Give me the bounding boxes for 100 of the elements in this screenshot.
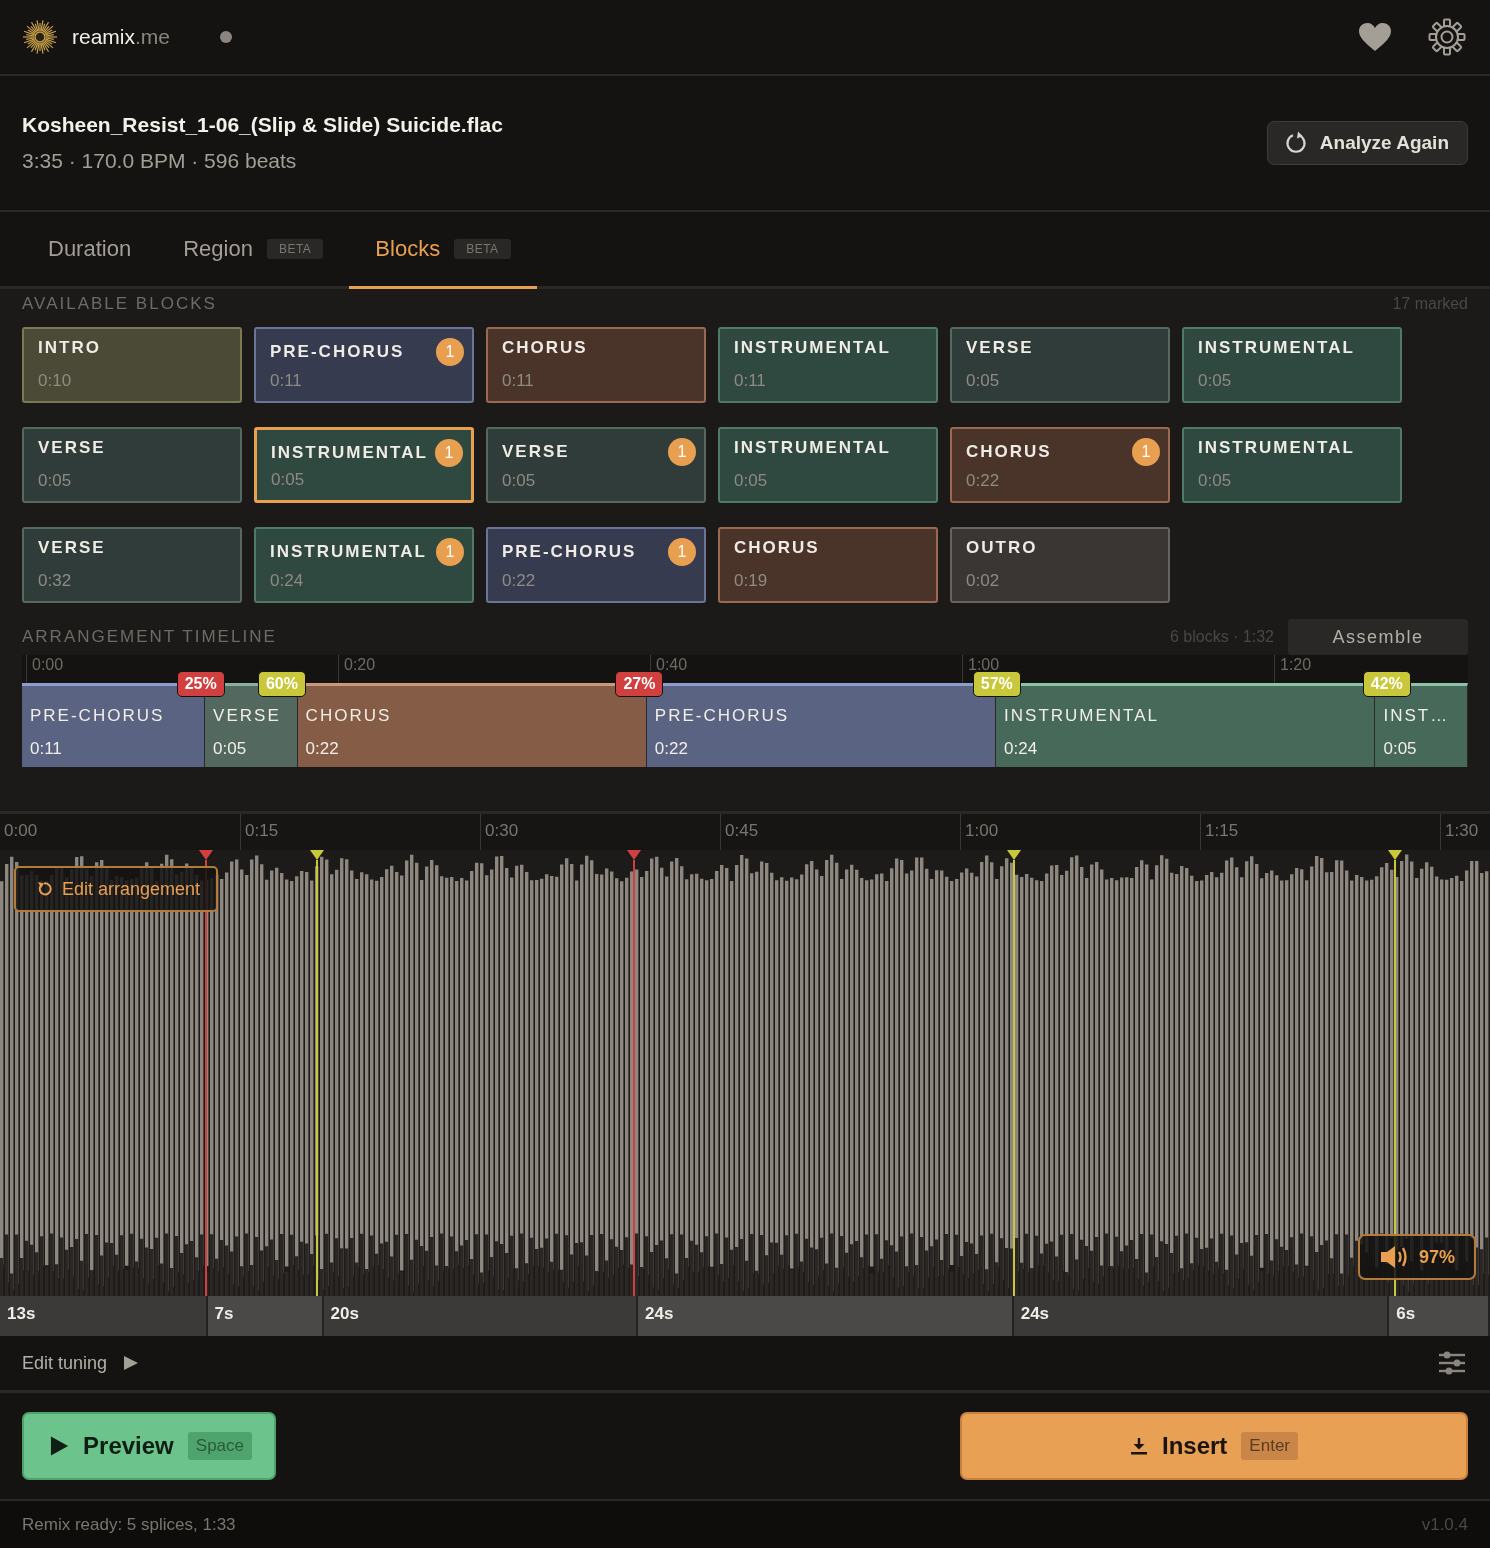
count-badge: 1 [668,538,696,566]
count-badge: 1 [436,538,464,566]
version-label: v1.0.4 [1421,1514,1468,1535]
block-card[interactable]: INSTRUMENTAL 1 0:05 [254,427,474,503]
block-card[interactable]: VERSE 1 0:05 [486,427,706,503]
analyze-again-button[interactable]: Analyze Again [1266,121,1468,165]
refresh-icon [1283,131,1308,155]
beta-badge: BETA [266,239,324,259]
block-label: INSTRUMENTAL [270,542,427,562]
heart-icon[interactable] [1358,22,1392,52]
block-duration: 0:22 [966,471,1001,491]
block-duration: 0:05 [1198,371,1233,391]
block-label: INSTRUMENTAL [734,438,891,458]
segment-length: 6s [1389,1296,1490,1336]
block-label: INSTRUMENTAL [1004,706,1161,726]
block-card[interactable]: INTRO 0:10 [22,327,242,403]
count-badge: 1 [1132,438,1160,466]
block-duration: 0:11 [30,739,63,759]
block-label: CHORUS [305,706,393,726]
block-label: INSTRUMENTAL [734,338,891,358]
block-label: VERSE [966,338,1034,358]
block-card[interactable]: VERSE 0:05 [950,327,1170,403]
block-card[interactable]: CHORUS 0:19 [718,527,938,603]
block-duration: 0:02 [966,571,1001,591]
block-card[interactable]: CHORUS 1 0:22 [950,427,1170,503]
block-card[interactable]: OUTRO 0:02 [950,527,1170,603]
block-label: INSTRUMENTAL [1198,338,1355,358]
edit-tuning-button[interactable]: Edit tuning [22,1352,140,1374]
shortcut-key: Space [187,1432,252,1460]
block-duration: 0:05 [502,471,537,491]
beta-badge: BETA [454,239,511,259]
block-card[interactable]: VERSE 0:05 [22,427,242,503]
shortcut-key: Enter [1241,1432,1298,1460]
sliders-icon[interactable] [1438,1350,1466,1376]
block-label: INST… [1383,706,1451,726]
count-badge: 1 [435,439,463,467]
block-duration: 0:05 [213,739,248,759]
block-duration: 0:32 [38,571,73,591]
block-label: PRE-CHORUS [270,342,405,362]
block-label: INSTRUMENTAL [1198,438,1355,458]
download-icon [1130,1437,1148,1455]
block-card[interactable]: INSTRUMENTAL 0:05 [1182,327,1402,403]
block-duration: 0:05 [38,471,73,491]
block-label: PRE-CHORUS [654,706,791,726]
play-icon [50,1435,70,1457]
block-card[interactable]: CHORUS 0:11 [486,327,706,403]
tab[interactable]: Region BETA [157,212,350,289]
file-name: Kosheen_Resist_1-06_(Slip & Slide) Suicide.flac [22,113,504,137]
play-icon [123,1355,140,1371]
preview-button[interactable]: Preview Space [22,1412,276,1480]
count-badge: 1 [668,438,696,466]
block-card[interactable]: PRE-CHORUS 1 0:22 [486,527,706,603]
block-duration: 0:24 [270,571,305,591]
section-title: AVAILABLE BLOCKS [22,294,217,314]
block-label: PRE-CHORUS [30,706,166,726]
status-message: Remix ready: 5 splices, 1:33 [22,1514,236,1535]
sunburst-logo-icon [22,19,58,55]
block-duration: 0:11 [502,371,535,391]
splice-marker[interactable] [1007,850,1022,1296]
block-duration: 0:19 [734,571,769,591]
segment-length: 13s [0,1296,208,1336]
segment-length: 20s [323,1296,639,1336]
undo-icon [36,881,52,897]
segment-length: 24s [638,1296,1014,1336]
assemble-button[interactable]: Assemble [1288,619,1468,655]
block-card[interactable]: VERSE 0:32 [22,527,242,603]
splice-marker[interactable] [627,850,642,1296]
edit-arrangement-button[interactable]: Edit arrangement [14,866,219,912]
block-card[interactable]: INSTRUMENTAL 0:05 [1182,427,1402,503]
tab[interactable]: Duration [22,212,158,289]
block-card[interactable]: INSTRUMENTAL 0:05 [718,427,938,503]
block-duration: 0:05 [1198,471,1233,491]
block-duration: 0:10 [38,371,73,391]
block-duration: 0:22 [502,571,537,591]
brand-name: reamix.me [72,25,171,49]
block-label: CHORUS [966,442,1052,462]
splice-marker[interactable] [310,850,324,1296]
block-card[interactable]: INSTRUMENTAL 1 0:24 [254,527,474,603]
block-duration: 0:05 [271,470,306,490]
block-duration: 0:05 [966,371,1001,391]
block-label: VERSE [502,442,570,462]
block-label: CHORUS [502,338,588,358]
block-duration: 0:24 [1004,739,1039,759]
block-label: PRE-CHORUS [502,542,637,562]
segment-length: 24s [1013,1296,1390,1336]
insert-button[interactable]: Insert Enter [960,1412,1468,1480]
block-card[interactable]: INSTRUMENTAL 0:11 [718,327,938,403]
volume-button[interactable]: 97% [1358,1234,1476,1280]
block-label: INSTRUMENTAL [271,443,428,463]
block-duration: 0:22 [305,739,340,759]
block-duration: 0:05 [734,471,769,491]
block-label: OUTRO [966,538,1038,558]
settings-icon[interactable] [1428,18,1466,56]
splice-percent-badge: 42% [1362,671,1411,697]
block-duration: 0:05 [1383,739,1418,759]
splice-percent-badge: 57% [972,671,1021,697]
block-card[interactable]: PRE-CHORUS 1 0:11 [254,327,474,403]
block-label: VERSE [213,706,282,726]
block-label: CHORUS [734,538,820,558]
count-badge: 1 [436,338,464,366]
